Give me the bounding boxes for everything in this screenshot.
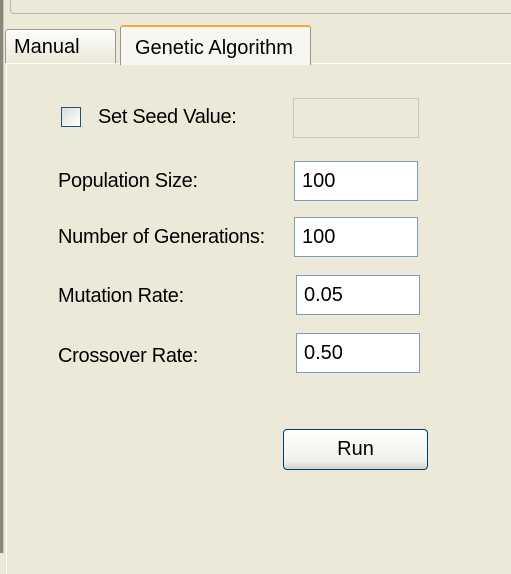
- run-button[interactable]: Run: [283, 429, 428, 470]
- mutation-rate-field[interactable]: 0.05: [296, 275, 420, 315]
- crossover-rate-label: Crossover Rate:: [58, 345, 198, 367]
- tab-panel: [6, 63, 511, 574]
- genetic-algorithm-window: Manual Genetic Algorithm Set Seed Value:…: [0, 0, 511, 574]
- number-of-generations-field[interactable]: 100: [294, 217, 418, 257]
- population-size-label: Population Size:: [58, 170, 198, 192]
- top-group-border: [10, 0, 511, 14]
- number-of-generations-label: Number of Generations:: [58, 226, 265, 248]
- tab-genetic-algorithm-label: Genetic Algorithm: [135, 37, 293, 59]
- population-size-field[interactable]: 100: [294, 161, 418, 201]
- seed-checkbox[interactable]: [61, 107, 81, 127]
- tab-manual[interactable]: Manual: [5, 29, 116, 63]
- seed-value-field[interactable]: [293, 98, 419, 138]
- tab-genetic-algorithm[interactable]: Genetic Algorithm: [120, 25, 311, 65]
- seed-label: Set Seed Value:: [98, 106, 237, 128]
- crossover-rate-field[interactable]: 0.50: [296, 333, 420, 373]
- mutation-rate-label: Mutation Rate:: [58, 285, 184, 307]
- left-splitter[interactable]: [0, 0, 4, 553]
- tab-manual-label: Manual: [14, 36, 80, 58]
